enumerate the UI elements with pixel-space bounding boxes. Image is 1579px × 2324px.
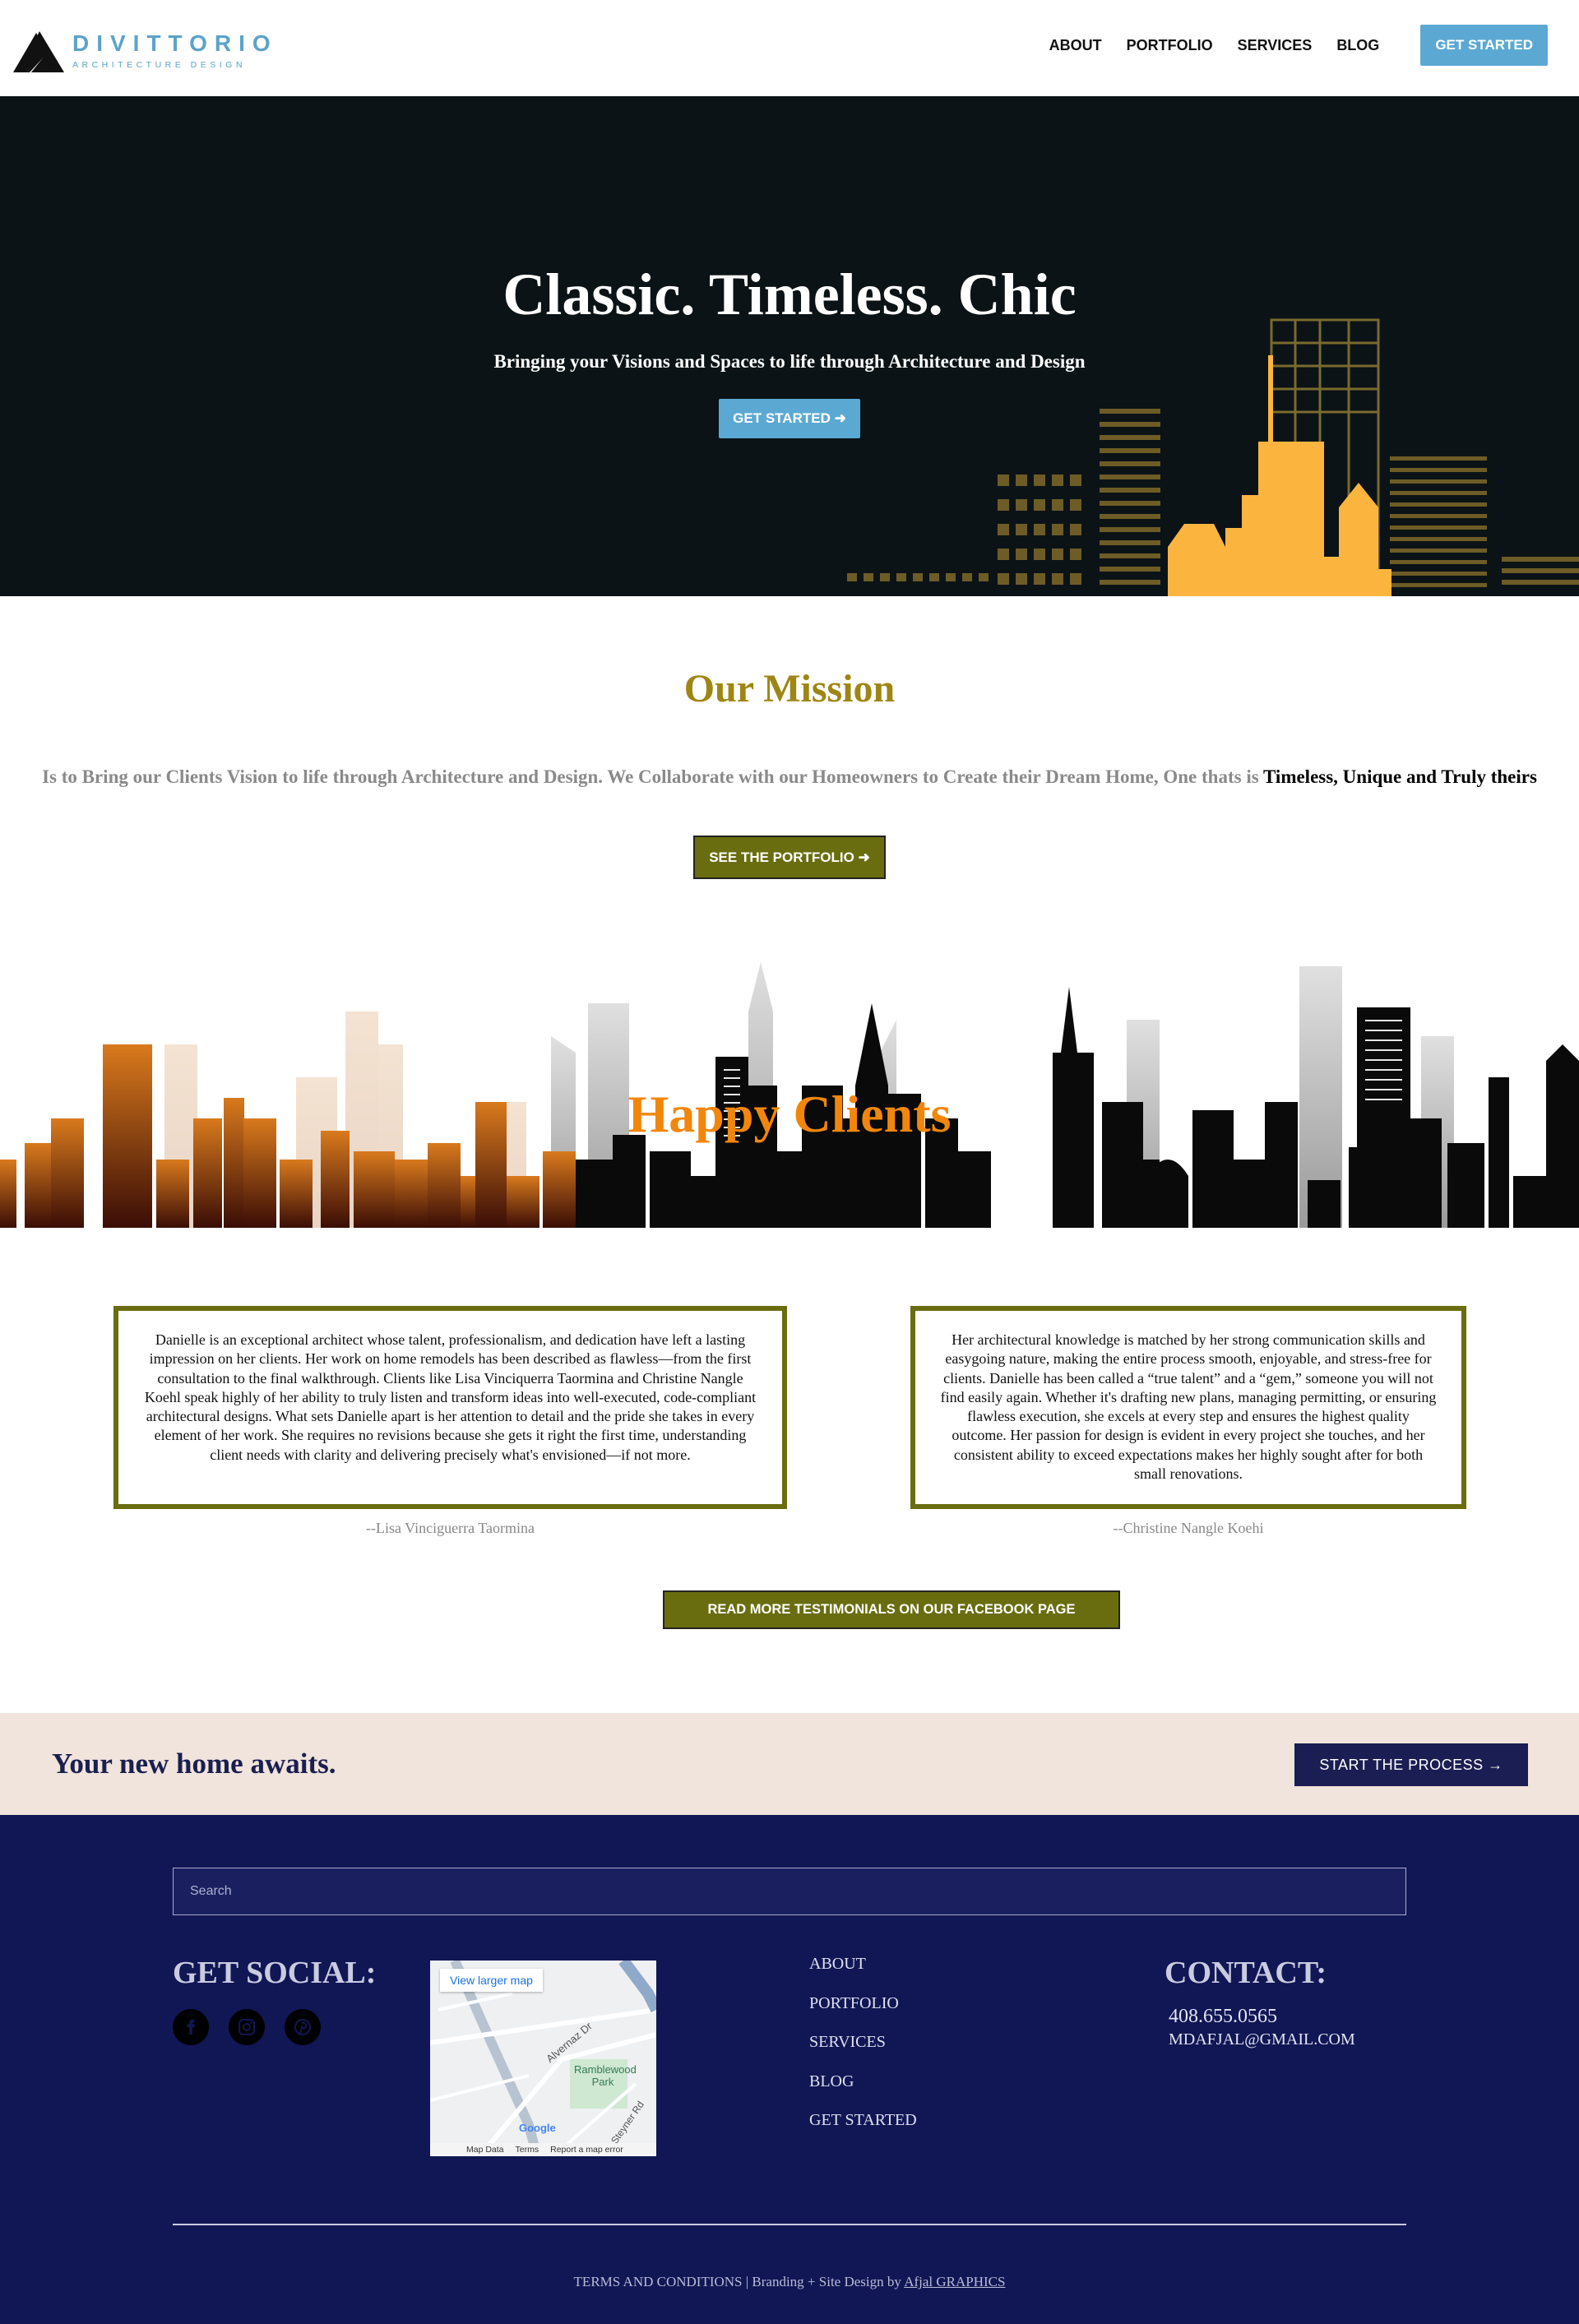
social-title: GET SOCIAL: <box>173 1956 377 1990</box>
footer-link-get-started[interactable]: GET STARTED <box>809 2111 917 2130</box>
footer-links: ABOUT PORTFOLIO SERVICES BLOG GET STARTE… <box>809 1955 917 2150</box>
contact-email[interactable]: MDAFJAL@GMAIL.COM <box>1169 2030 1355 2049</box>
map-footer: Map Data Terms Report a map error <box>430 2143 656 2156</box>
testimonial-author: --Christine Nangle Koehi <box>1113 1520 1264 1536</box>
hero-subtitle: Bringing your Visions and Spaces to life… <box>493 351 1086 372</box>
hero-get-started-button[interactable]: GET STARTED ➜ <box>719 399 860 438</box>
hero-section: Classic. Timeless. Chic Bringing your Vi… <box>0 96 1579 596</box>
logo-mark-icon <box>13 31 64 72</box>
footer-divider <box>173 2224 1406 2225</box>
mission-text: Is to Bring our Clients Vision to life t… <box>0 766 1579 788</box>
social-icons <box>173 2009 340 2045</box>
header-get-started-button[interactable]: GET STARTED <box>1420 25 1548 66</box>
pinterest-icon[interactable] <box>285 2009 321 2045</box>
testimonial-card: Her architectural knowledge is matched b… <box>910 1306 1466 1509</box>
legal-line: TERMS AND CONDITIONS | Branding + Site D… <box>0 2274 1579 2290</box>
start-process-button[interactable]: START THE PROCESS → <box>1294 1743 1528 1786</box>
contact-title: CONTACT: <box>1165 1956 1327 1990</box>
footer-link-portfolio[interactable]: PORTFOLIO <box>809 1994 917 2013</box>
footer-link-blog[interactable]: BLOG <box>809 2072 917 2091</box>
hero-title: Classic. Timeless. Chic <box>502 262 1077 327</box>
see-portfolio-button[interactable]: SEE THE PORTFOLIO ➜ <box>693 836 886 879</box>
nav-blog[interactable]: BLOG <box>1336 37 1379 54</box>
nav-services[interactable]: SERVICES <box>1238 37 1313 54</box>
embedded-map[interactable]: View larger map Alvernaz Dr Ramblewood P… <box>430 1961 656 2156</box>
logo-tagline: ARCHITECTURE DESIGN <box>72 60 246 70</box>
footer-link-services[interactable]: SERVICES <box>809 2033 917 2052</box>
designer-link[interactable]: Afjal GRAPHICS <box>904 2274 1005 2289</box>
footer-link-about[interactable]: ABOUT <box>809 1955 917 1974</box>
facebook-testimonials-button[interactable]: READ MORE TESTIMONIALS ON OUR FACEBOOK P… <box>663 1590 1120 1629</box>
nav-about[interactable]: ABOUT <box>1049 37 1102 54</box>
map-data-link[interactable]: Map Data <box>466 2145 504 2155</box>
search-input[interactable]: Search <box>173 1868 1406 1915</box>
site-footer: Search GET SOCIAL: View larger map Alver… <box>0 1815 1579 2324</box>
mission-emphasis: Timeless, Unique and Truly theirs <box>1263 766 1537 787</box>
mission-body: Is to Bring our Clients Vision to life t… <box>42 766 1263 787</box>
map-report-link[interactable]: Report a map error <box>550 2145 623 2155</box>
happy-clients-title: Happy Clients <box>627 1085 952 1143</box>
facebook-icon[interactable] <box>173 2009 209 2045</box>
logo-name: DIVITTORIO <box>72 30 278 56</box>
testimonial-card: Danielle is an exceptional architect who… <box>113 1306 787 1509</box>
legal-text: TERMS AND CONDITIONS | Branding + Site D… <box>573 2274 905 2289</box>
contact-phone[interactable]: 408.655.0565 <box>1169 2006 1277 2028</box>
testimonial-author: --Lisa Vinciguerra Taormina <box>366 1520 535 1536</box>
testimonial-text: Danielle is an exceptional architect who… <box>144 1331 757 1463</box>
mission-title: Our Mission <box>683 667 896 711</box>
site-header: DIVITTORIO ARCHITECTURE DESIGN ABOUT POR… <box>0 0 1579 96</box>
logo[interactable]: DIVITTORIO ARCHITECTURE DESIGN <box>12 28 278 74</box>
view-larger-map-link[interactable]: View larger map <box>440 1969 543 1992</box>
cta-band-text: Your new home awaits. <box>52 1748 336 1780</box>
testimonial-text: Her architectural knowledge is matched b… <box>940 1331 1437 1483</box>
cta-band: Your new home awaits. START THE PROCESS … <box>0 1713 1579 1815</box>
map-terms-link[interactable]: Terms <box>516 2145 539 2155</box>
nav-portfolio[interactable]: PORTFOLIO <box>1127 37 1213 54</box>
main-nav: ABOUT PORTFOLIO SERVICES BLOG GET STARTE… <box>1049 25 1579 66</box>
hero-skyline-illustration <box>847 318 1579 596</box>
google-logo: Google <box>519 2122 556 2134</box>
map-park-label: Ramblewood Park <box>574 2063 637 2088</box>
instagram-icon[interactable] <box>229 2009 265 2045</box>
